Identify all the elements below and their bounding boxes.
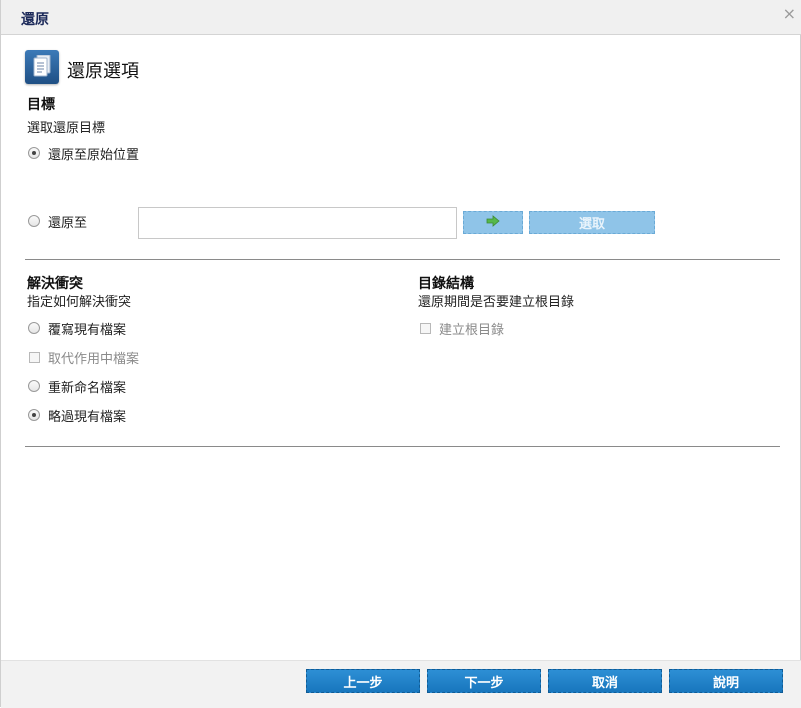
skip-label: 略過現有檔案 [48, 409, 127, 425]
arrow-right-icon [486, 214, 500, 231]
conflict-subtitle: 指定如何解決衝突 [27, 295, 132, 310]
create-root-label: 建立根目錄 [439, 322, 505, 338]
browse-button[interactable]: 選取 [529, 211, 655, 234]
footer-bar: 上一步 下一步 取消 說明 [1, 660, 801, 708]
skip-option[interactable]: 略過現有檔案 [28, 406, 127, 425]
restore-original-radio[interactable] [28, 147, 40, 159]
overwrite-radio[interactable] [28, 322, 40, 334]
replace-active-checkbox [29, 351, 40, 363]
next-button[interactable]: 下一步 [427, 669, 541, 693]
rename-radio[interactable] [28, 380, 40, 392]
skip-radio[interactable] [28, 409, 40, 421]
restore-dialog: 還原 × 還原選項 目標 選取還原目標 還原至原始位置 還原至 選取 解決衝突 … [0, 0, 801, 708]
divider-bottom [25, 446, 780, 447]
create-root-checkbox [420, 322, 431, 334]
rename-option[interactable]: 重新命名檔案 [28, 377, 127, 396]
create-root-option: 建立根目錄 [420, 319, 505, 338]
conflict-title: 解決衝突 [27, 276, 83, 292]
replace-active-option: 取代作用中檔案 [29, 348, 140, 367]
rename-label: 重新命名檔案 [48, 380, 127, 396]
destination-path-input[interactable] [138, 207, 457, 239]
restore-to-label: 還原至 [48, 215, 88, 231]
replace-active-label: 取代作用中檔案 [48, 351, 140, 367]
restore-original-label: 還原至原始位置 [48, 147, 140, 163]
go-button[interactable] [463, 211, 523, 234]
close-icon[interactable]: × [783, 4, 796, 24]
restore-to-option[interactable]: 還原至 [28, 212, 88, 231]
document-icon [25, 50, 59, 84]
directory-subtitle: 還原期間是否要建立根目錄 [418, 295, 575, 310]
cancel-button[interactable]: 取消 [548, 669, 662, 693]
page-title: 還原選項 [67, 61, 139, 82]
help-button[interactable]: 說明 [669, 669, 783, 693]
title-bar: 還原 × [1, 0, 801, 35]
divider-top [25, 259, 780, 260]
restore-to-radio[interactable] [28, 215, 40, 227]
overwrite-label: 覆寫現有檔案 [48, 322, 127, 338]
destination-title: 目標 [27, 97, 55, 113]
overwrite-option[interactable]: 覆寫現有檔案 [28, 319, 127, 338]
destination-subtitle: 選取還原目標 [27, 121, 106, 136]
window-title: 還原 [21, 12, 49, 28]
previous-button[interactable]: 上一步 [306, 669, 420, 693]
restore-original-option[interactable]: 還原至原始位置 [28, 144, 140, 163]
directory-title: 目錄結構 [418, 276, 474, 292]
